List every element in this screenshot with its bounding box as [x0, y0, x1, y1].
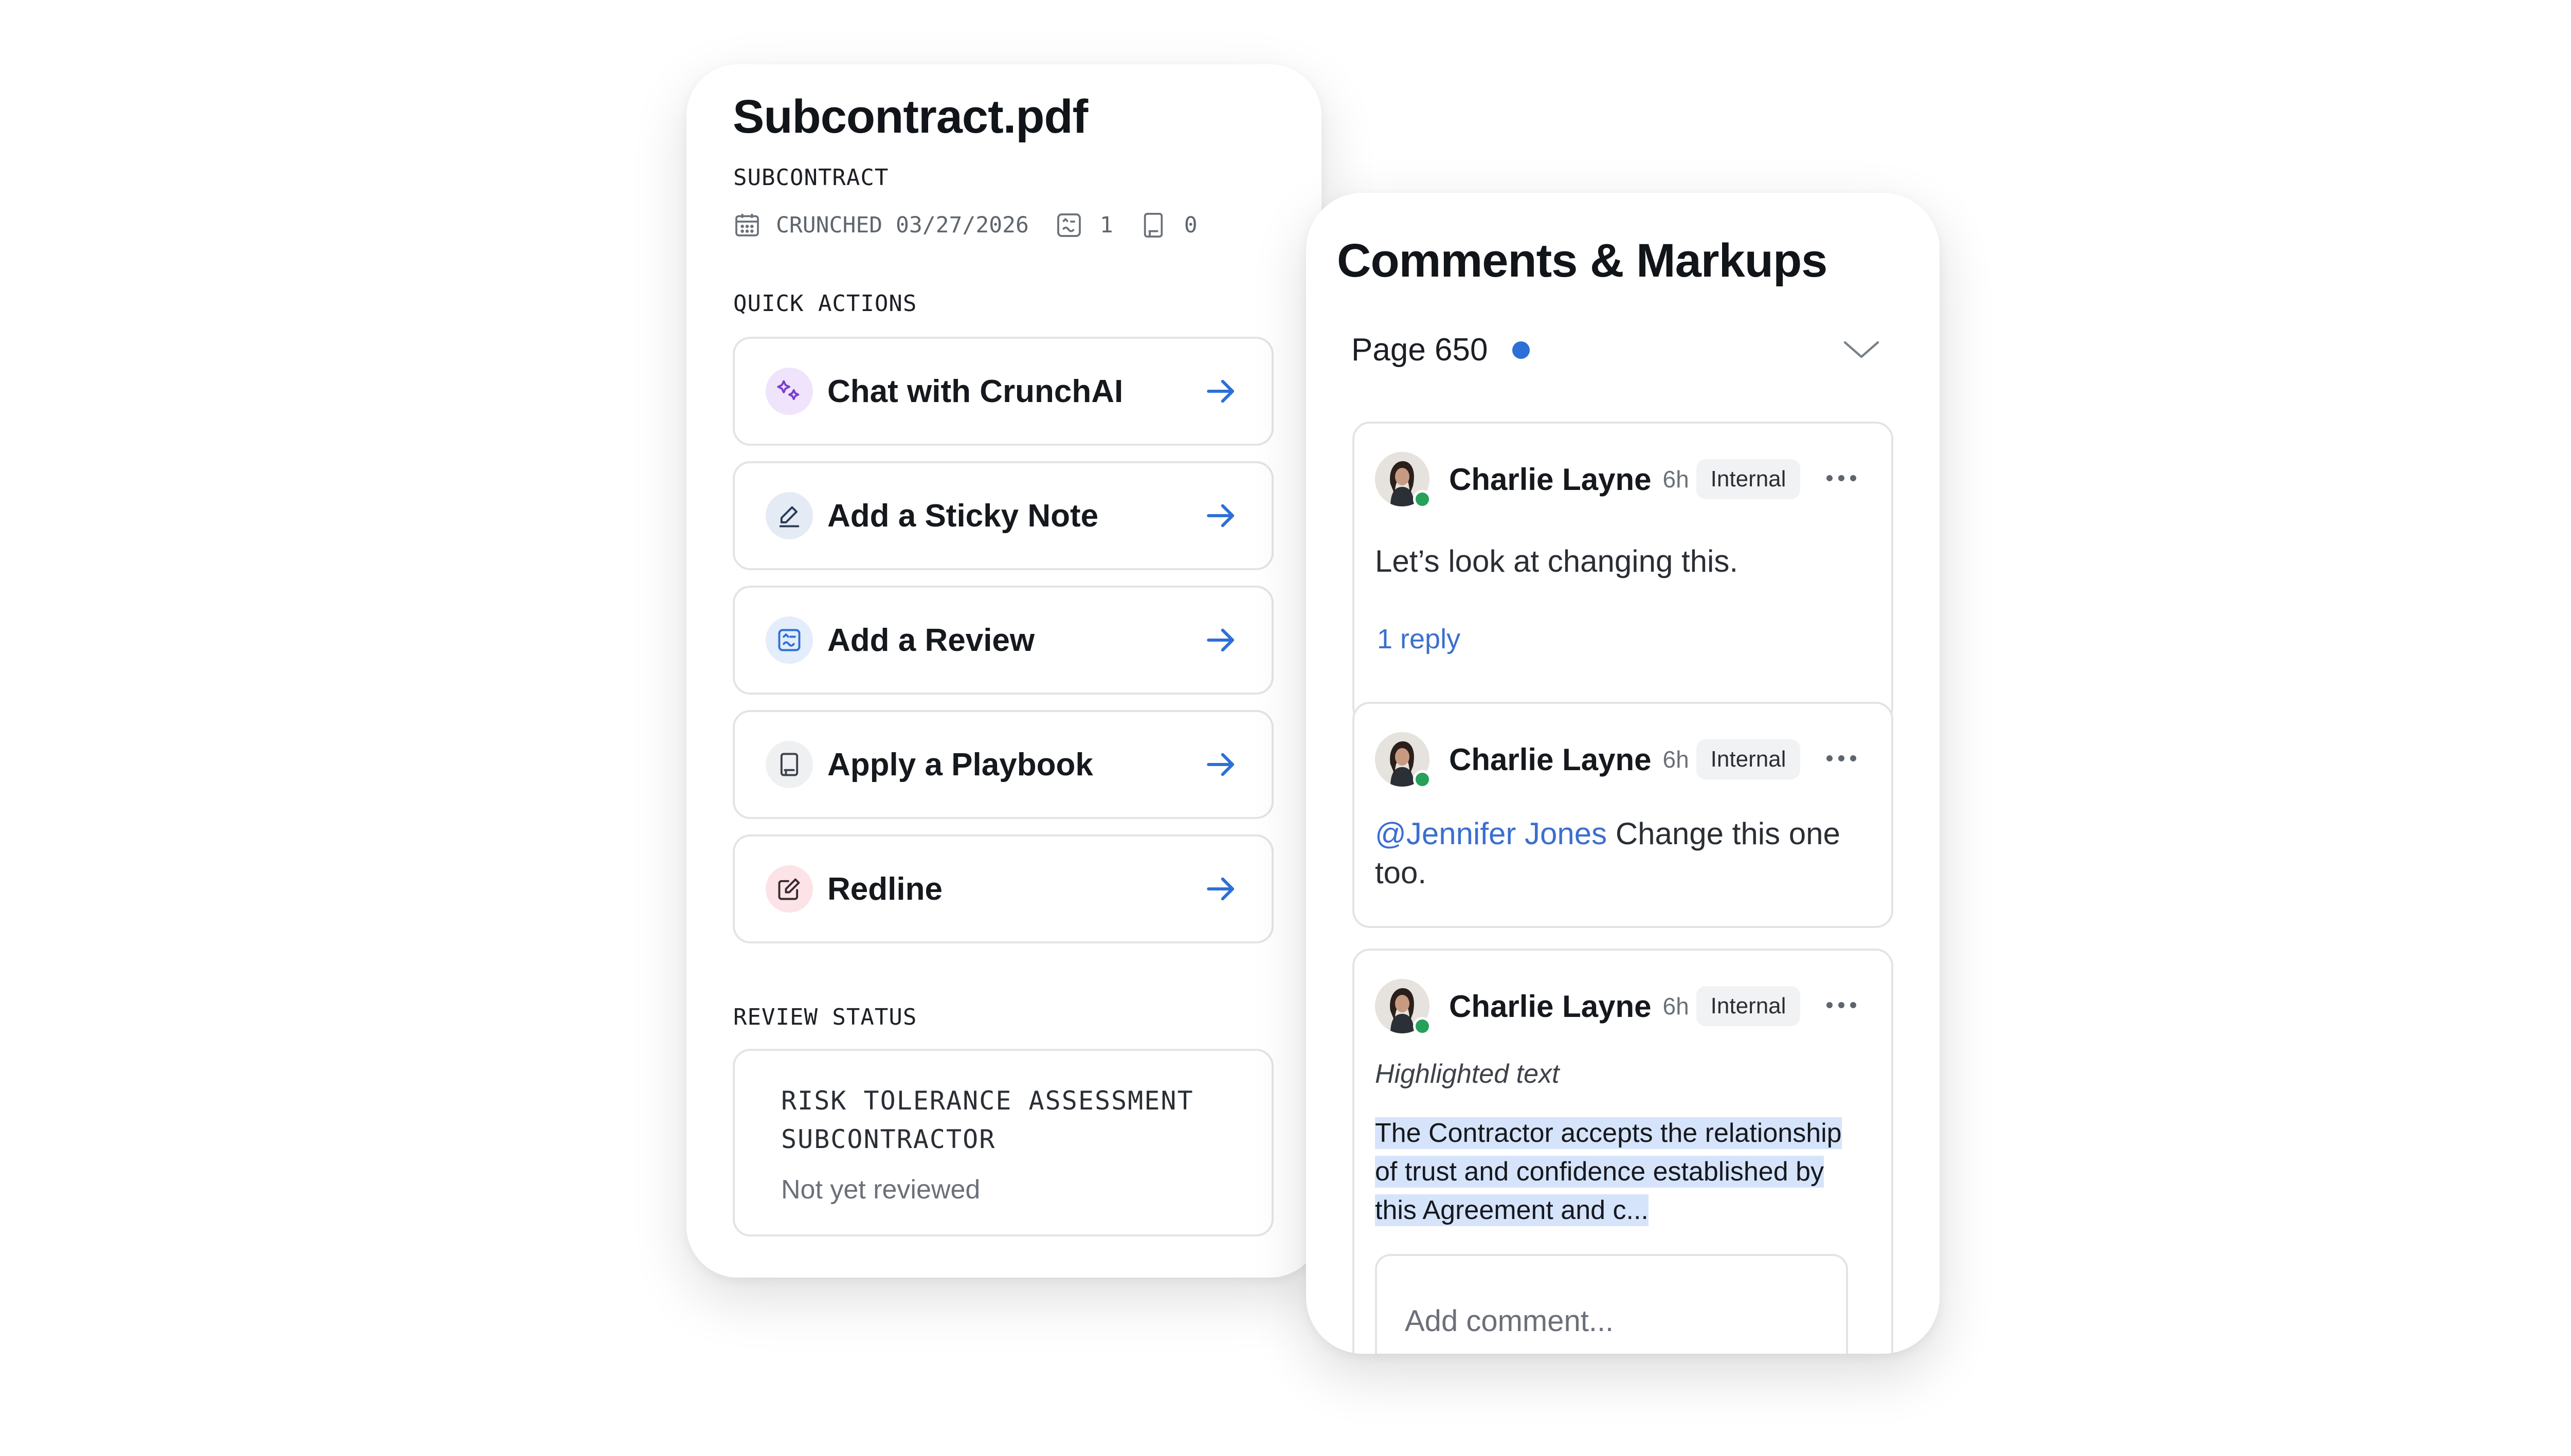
document-meta: CRUNCHED 03/27/2026 1 0 [732, 207, 1198, 243]
quick-action-label: Apply a Playbook [827, 747, 1093, 782]
ai-sparkle-icon [766, 368, 813, 415]
playbook-count: 0 [1184, 212, 1198, 238]
highlighted-text-content: The Contractor accepts the relationship … [1375, 1117, 1842, 1226]
online-status-dot [1413, 490, 1432, 508]
avatar [1375, 732, 1432, 789]
arrow-right-icon [1201, 371, 1242, 412]
chevron-down-icon[interactable] [1841, 334, 1882, 365]
comment-card[interactable]: Charlie Layne 6h Internal @Jennifer Jone… [1352, 702, 1893, 928]
avatar [1375, 979, 1432, 1035]
page-selector[interactable]: Page 650 [1351, 332, 1530, 368]
quick-action-label: Redline [827, 871, 943, 907]
apply-playbook-button[interactable]: Apply a Playbook [733, 710, 1274, 819]
page-label: Page 650 [1351, 332, 1488, 368]
mention-link[interactable]: @Jennifer Jones [1375, 816, 1607, 851]
quick-actions-label: QUICK ACTIONS [733, 290, 917, 317]
chat-with-crunchai-button[interactable]: Chat with CrunchAI [733, 337, 1274, 446]
add-sticky-note-button[interactable]: Add a Sticky Note [733, 461, 1274, 570]
comment-author: Charlie Layne [1449, 462, 1652, 497]
quick-action-label: Add a Review [827, 622, 1035, 658]
playbook-count-icon [1138, 210, 1169, 241]
review-title: RISK TOLERANCE ASSESSMENT SUBCONTRACTOR [781, 1086, 1194, 1154]
online-status-dot [1413, 1017, 1432, 1035]
review-count-icon [1054, 210, 1084, 241]
comment-header: Charlie Layne 6h Internal [1375, 979, 1801, 1035]
review-count: 1 [1099, 212, 1113, 238]
quick-action-label: Add a Sticky Note [827, 498, 1099, 534]
more-options-icon[interactable] [1823, 472, 1859, 484]
add-comment-input[interactable] [1375, 1254, 1848, 1354]
visibility-badge: Internal [1696, 459, 1801, 499]
review-status-label: REVIEW STATUS [733, 1004, 917, 1030]
document-type: SUBCONTRACT [733, 165, 889, 191]
comment-text: @Jennifer Jones Change this one too. [1375, 814, 1848, 893]
highlight-caption: Highlighted text [1375, 1059, 1560, 1089]
comment-card[interactable]: Charlie Layne 6h Internal Highlighted te… [1352, 949, 1893, 1354]
comment-header: Charlie Layne 6h Internal [1375, 732, 1801, 789]
highlighted-text: The Contractor accepts the relationship … [1375, 1114, 1869, 1230]
comments-title: Comments & Markups [1337, 234, 1827, 287]
arrow-right-icon [1201, 495, 1242, 536]
arrow-right-icon [1201, 868, 1242, 909]
arrow-right-icon [1201, 744, 1242, 785]
quick-action-label: Chat with CrunchAI [827, 373, 1124, 409]
comment-time: 6h [1662, 993, 1689, 1020]
add-review-button[interactable]: Add a Review [733, 586, 1274, 695]
playbook-icon [766, 741, 813, 788]
comment-time: 6h [1662, 746, 1689, 773]
visibility-badge: Internal [1696, 986, 1801, 1026]
visibility-badge: Internal [1696, 739, 1801, 779]
comment-card[interactable]: Charlie Layne 6h Internal Let’s look at … [1352, 422, 1893, 725]
comment-time: 6h [1662, 466, 1689, 493]
review-status-text: Not yet reviewed [781, 1175, 981, 1205]
redline-button[interactable]: Redline [733, 834, 1274, 943]
comment-header: Charlie Layne 6h Internal [1375, 452, 1801, 508]
pen-icon [766, 492, 813, 539]
comment-author: Charlie Layne [1449, 989, 1652, 1024]
document-panel: Subcontract.pdf SUBCONTRACT CRUNCHED 03/… [686, 64, 1321, 1278]
online-status-dot [1413, 770, 1432, 789]
avatar [1375, 452, 1432, 508]
document-title: Subcontract.pdf [733, 90, 1088, 143]
comment-author: Charlie Layne [1449, 742, 1652, 777]
arrow-right-icon [1201, 620, 1242, 661]
comment-text: Let’s look at changing this. [1375, 544, 1739, 578]
calendar-icon [732, 210, 763, 241]
review-status-card[interactable]: RISK TOLERANCE ASSESSMENT SUBCONTRACTOR … [733, 1049, 1274, 1236]
edit-box-icon [766, 865, 813, 913]
reply-link[interactable]: 1 reply [1377, 623, 1460, 655]
more-options-icon[interactable] [1823, 752, 1859, 765]
unread-dot [1512, 341, 1530, 359]
review-icon [766, 616, 813, 664]
comments-panel: Comments & Markups Page 650 Charlie Layn… [1306, 193, 1940, 1354]
crunched-date: CRUNCHED 03/27/2026 [776, 212, 1029, 238]
more-options-icon[interactable] [1823, 999, 1859, 1011]
